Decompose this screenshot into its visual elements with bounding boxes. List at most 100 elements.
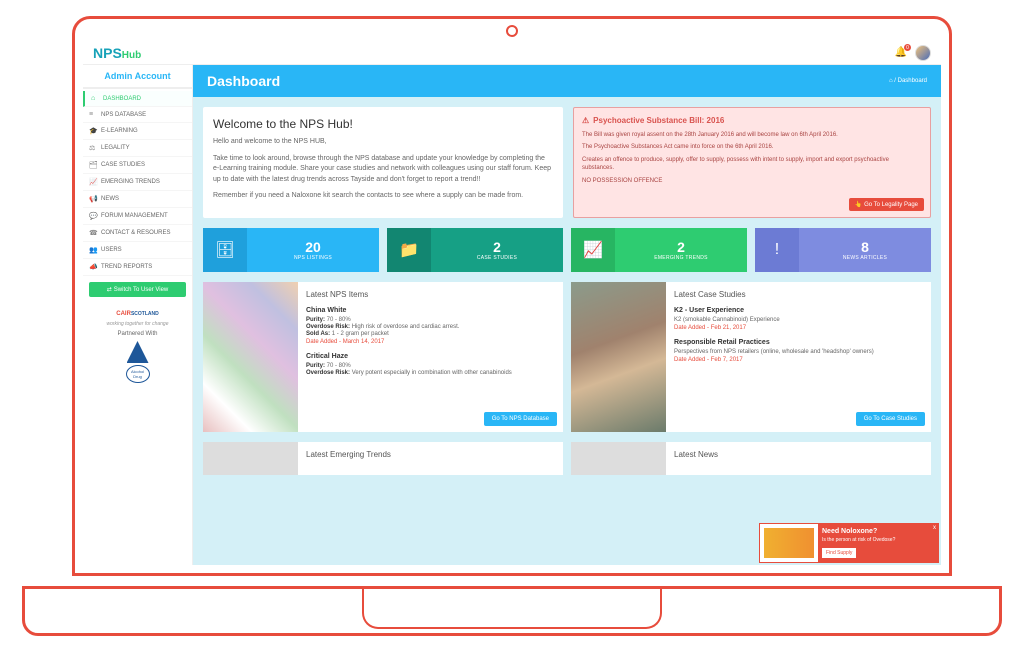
trends-panel: Latest Emerging Trends [203, 442, 563, 475]
adp-logo-icon: Alcohol Drug [126, 365, 150, 383]
nav-label: EMERGING TRENDS [101, 179, 160, 185]
alert-text: The Bill was given royal assent on the 2… [582, 131, 922, 139]
nav-item-legality[interactable]: ⚖LEGALITY [83, 140, 192, 157]
nav-item-dashboard[interactable]: ⌂DASHBOARD [83, 91, 192, 107]
nav-label: CASE STUDIES [101, 162, 145, 168]
item-title: Critical Haze [306, 353, 555, 360]
app-logo[interactable]: NPSHub [93, 45, 141, 61]
stat-card[interactable]: 🗄20NPS LISTINGS [203, 228, 379, 272]
toast-desc: Is the person at risk of Ovedose? [822, 537, 934, 543]
nav-icon: 💬 [89, 212, 97, 220]
stat-number: 20 [305, 239, 321, 255]
cs-item: Responsible Retail PracticesPerspectives… [674, 339, 923, 363]
item-purity: Purity: 70 - 80% [306, 317, 555, 323]
nav-icon: 👥 [89, 246, 97, 254]
partnered-label: Partnered With [89, 331, 186, 337]
cs-item: K2 - User ExperienceK2 (smokable Cannabi… [674, 307, 923, 331]
case-studies-panel: Latest Case Studies K2 - User Experience… [571, 282, 931, 432]
news-panel: Latest News [571, 442, 931, 475]
switch-user-view-button[interactable]: ⇄ Switch To User View [89, 282, 186, 297]
nav-item-trend-reports[interactable]: 📣 TREND REPORTS [83, 259, 192, 276]
cs-panel-title: Latest Case Studies [674, 290, 923, 299]
nav-icon: ≡ [89, 111, 97, 118]
nav-icon: 📢 [89, 195, 97, 203]
page-header: Dashboard ⌂ / Dashboard [193, 65, 941, 97]
nav-item-users[interactable]: 👥 USERS [83, 242, 192, 259]
trackpad-icon [362, 589, 662, 629]
nav-label: FORUM MANAGEMENT [101, 213, 168, 219]
stat-number: 2 [677, 239, 685, 255]
nav-label: USERS [101, 247, 122, 253]
nps-image [203, 282, 298, 432]
nps-panel-title: Latest NPS Items [306, 290, 555, 299]
stat-label: NPS LISTINGS [294, 255, 332, 261]
cs-image [571, 282, 666, 432]
nav-icon: ⚖ [89, 144, 97, 152]
find-supply-button[interactable]: Find Supply [822, 548, 856, 558]
screen-content: NPSHub 🔔0 Admin Account ⌂DASHBOARD ≡ NPS D… [83, 41, 941, 565]
nav-item-news[interactable]: 📢NEWS [83, 191, 192, 208]
stat-label: CASE STUDIES [477, 255, 517, 261]
stats-row: 🗄20NPS LISTINGS📁2CASE STUDIES📈 2EMERGING … [203, 228, 931, 272]
cair-logo: CAIRSCOTLAND [89, 311, 186, 317]
go-to-case-studies-button[interactable]: Go To Case Studies [856, 412, 925, 426]
alert-panel: ⚠ Psychoactive Substance Bill: 2016 The … [573, 107, 931, 218]
welcome-text: Hello and welcome to the NPS HUB, [213, 137, 553, 148]
stat-label: NEWS ARTICLES [843, 255, 887, 261]
nav-item-case-studies[interactable]: 🗂 CASE STUDIES [83, 157, 192, 174]
nav-item-e-learning[interactable]: 🎓 E-LEARNING [83, 123, 192, 140]
welcome-title: Welcome to the NPS Hub! [213, 117, 553, 131]
stat-icon: ! [755, 228, 799, 272]
nav-list: ⌂DASHBOARD ≡ NPS DATABASE 🎓 E-LEARNING ⚖LEGAL… [83, 91, 192, 276]
nav-item-emerging-trends[interactable]: 📈 EMERGING TRENDS [83, 174, 192, 191]
naloxone-toast: x Need Noloxone? Is the person at risk o… [759, 523, 939, 563]
nav-item-forum-management[interactable]: 💬 FORUM MANAGEMENT [83, 208, 192, 225]
notification-bell-icon[interactable]: 🔔0 [895, 47, 907, 58]
account-header: Admin Account [83, 65, 192, 89]
item-date: Date Added - Feb 21, 2017 [674, 325, 923, 331]
panels-row: Latest NPS Items China WhitePurity: 70 -… [203, 282, 931, 432]
nav-item-nps-database[interactable]: ≡ NPS DATABASE [83, 107, 192, 123]
logo-prefix: NPS [93, 45, 122, 61]
news-title: Latest News [674, 450, 923, 459]
alert-text: The Psychoactive Substances Act came int… [582, 143, 922, 151]
nav-icon: 🗂 [89, 161, 97, 169]
nav-label: DASHBOARD [103, 96, 141, 102]
stat-icon: 📈 [571, 228, 615, 272]
nps-item: Critical HazePurity: 70 - 80%Overdose Ri… [306, 353, 555, 376]
alert-text: NO POSSESSION OFFENCE [582, 177, 922, 185]
stat-number: 8 [861, 239, 869, 255]
welcome-panel: Welcome to the NPS Hub! Hello and welcom… [203, 107, 563, 218]
warning-icon: ⚠ [582, 116, 589, 125]
stat-card[interactable]: ! 8NEWS ARTICLES [755, 228, 931, 272]
breadcrumb[interactable]: ⌂ / Dashboard [889, 78, 927, 84]
item-title: Responsible Retail Practices [674, 339, 923, 346]
go-to-nps-database-button[interactable]: Go To NPS Database [484, 412, 557, 426]
nav-icon: 🎓 [89, 127, 97, 135]
nav-label: NPS DATABASE [101, 112, 146, 118]
go-to-legality-button[interactable]: 👆 Go To Legality Page [849, 198, 924, 211]
item-sold: Sold As: 1 - 2 gram per packet [306, 331, 555, 337]
top-row: Welcome to the NPS Hub! Hello and welcom… [203, 107, 931, 218]
stat-card[interactable]: 📈 2EMERGING TRENDS [571, 228, 747, 272]
item-purity: Purity: 70 - 80% [306, 363, 555, 369]
item-desc: K2 (smokable Cannabinoid) Experience [674, 317, 923, 323]
main-layout: Admin Account ⌂DASHBOARD ≡ NPS DATABASE 🎓 E-… [83, 65, 941, 565]
user-avatar[interactable] [915, 45, 931, 61]
content-area: Welcome to the NPS Hub! Hello and welcom… [193, 97, 941, 485]
topbar-right: 🔔0 [895, 45, 931, 61]
panels-row-2: Latest Emerging Trends Latest News [203, 442, 931, 475]
alert-text: Creates an offence to produce, supply, o… [582, 156, 922, 173]
nav-label: TREND REPORTS [101, 264, 152, 270]
naloxone-image [764, 528, 814, 558]
main-content: Dashboard ⌂ / Dashboard Welcome to the N… [193, 65, 941, 565]
nav-icon: 📈 [89, 178, 97, 186]
stat-card[interactable]: 📁2CASE STUDIES [387, 228, 563, 272]
nav-label: E-LEARNING [101, 128, 138, 134]
close-icon[interactable]: x [933, 525, 936, 531]
sidebar: Admin Account ⌂DASHBOARD ≡ NPS DATABASE 🎓 E-… [83, 65, 193, 565]
nav-icon: 📣 [89, 263, 97, 271]
switch-label: Switch To User View [114, 287, 168, 293]
nav-item-contact-resoures[interactable]: ☎CONTACT & RESOURES [83, 225, 192, 242]
stat-label: EMERGING TRENDS [654, 255, 708, 261]
